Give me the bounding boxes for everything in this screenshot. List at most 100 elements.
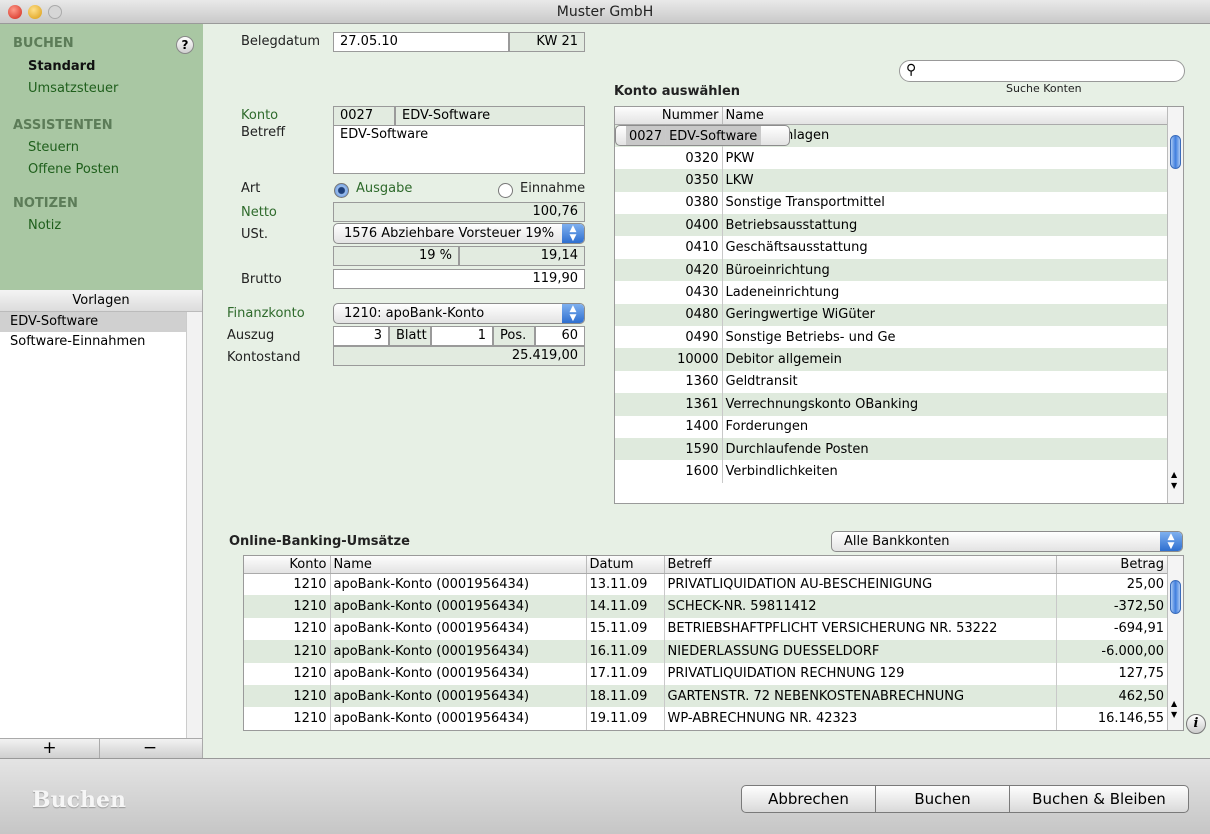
vorlagen-scrollbar[interactable] [186, 312, 202, 738]
search-icon: ⚲ [906, 62, 917, 78]
ausgabe-radio[interactable] [334, 183, 349, 198]
betrag-cell: 25,00 [1056, 573, 1168, 596]
kontostand-label: Kontostand [227, 350, 301, 365]
column-header-name[interactable]: Name [722, 107, 1168, 125]
konto-row[interactable]: 0480 Geringwertige WiGüter [615, 303, 1168, 327]
konto-name-cell: Geldtransit [722, 370, 1168, 394]
main-panel: Belegdatum 27.05.10 KW 21 Konto 0027 EDV… [203, 24, 1210, 758]
datum-cell: 19.11.09 [586, 707, 665, 730]
column-header-nummer[interactable]: Nummer [615, 107, 723, 125]
konto-row[interactable]: 1361 Verrechnungskonto OBanking [615, 393, 1168, 416]
scroll-arrows-icon[interactable]: ▲ ▼ [1171, 698, 1177, 720]
konto-cell: 1210 [244, 662, 331, 685]
column-header-name[interactable]: Name [330, 556, 587, 574]
konto-row[interactable]: 0320 PKW [615, 146, 1168, 170]
ust-label: USt. [241, 227, 268, 242]
betrag-cell: 16.146,55 [1056, 707, 1168, 730]
konto-scrollbar[interactable]: ▲ ▼ [1167, 107, 1183, 503]
sidebar-item-umsatzsteuer[interactable]: Umsatzsteuer [28, 81, 118, 96]
ust-rate-field: 19 % [333, 246, 459, 266]
sidebar-header-assistenten: ASSISTENTEN [13, 118, 113, 133]
online-banking-row[interactable]: 1210 apoBank-Konto (0001956434) 16.11.09 NI… [244, 640, 1168, 663]
konto-row[interactable]: 1360 Geldtransit [615, 370, 1168, 394]
kw-field: KW 21 [509, 32, 585, 52]
konto-row[interactable]: 0430 Ladeneinrichtung [615, 281, 1168, 304]
konto-row[interactable]: 0410 Geschäftsausstattung [615, 236, 1168, 259]
remove-vorlage-button[interactable]: − [100, 739, 200, 758]
betreff-cell: BETRIEBSHAFTPFLICHT VERSICHERUNG NR. 532… [664, 617, 1057, 641]
belegdatum-field[interactable]: 27.05.10 [333, 32, 509, 52]
online-banking-row[interactable]: 1210 apoBank-Konto (0001956434) 15.11.09 BE… [244, 617, 1168, 641]
konto-nummer-cell: 0380 [615, 191, 723, 215]
auszug-field[interactable]: 3 [333, 326, 389, 346]
konto-row[interactable]: 1400 Forderungen [615, 415, 1168, 438]
online-banking-row[interactable]: 1210 apoBank-Konto (0001956434) 18.11.09 GA… [244, 684, 1168, 708]
konto-row[interactable]: 10000 Debitor allgemein [615, 348, 1168, 371]
vorlagen-item[interactable]: EDV-Software [0, 312, 202, 332]
bankkonten-filter-value: Alle Bankkonten [844, 534, 950, 549]
konto-row[interactable]: 0027 EDV-Software [615, 124, 791, 146]
belegdatum-label: Belegdatum [241, 34, 320, 49]
konto-number-field[interactable]: 0027 [333, 106, 395, 126]
sidebar-item-standard[interactable]: Standard [28, 59, 95, 74]
online-banking-row[interactable]: 1210 apoBank-Konto (0001956434) 19.11.09 WP… [244, 707, 1168, 730]
konto-nummer-cell: 0410 [615, 236, 723, 259]
konto-nummer-cell: 0350 [615, 169, 723, 192]
help-button[interactable]: ? [176, 36, 194, 54]
konto-row[interactable]: 1590 Durchlaufende Posten [615, 437, 1168, 461]
betreff-cell: NIEDERLASSUNG DUESSELDORF [664, 640, 1057, 663]
konto-row[interactable]: 1600 Verbindlichkeiten [615, 460, 1168, 483]
betrag-cell: -694,91 [1056, 617, 1168, 641]
pos-field[interactable]: 60 [535, 326, 585, 346]
datum-cell: 14.11.09 [586, 595, 665, 618]
brutto-field[interactable]: 119,90 [333, 269, 585, 289]
online-banking-row[interactable]: 1210 apoBank-Konto (0001956434) 13.11.09 PR… [244, 573, 1168, 596]
sidebar-item-offene-posten[interactable]: Offene Posten [28, 162, 119, 177]
konto-nummer-cell: 10000 [615, 348, 723, 371]
betreff-field[interactable]: EDV-Software [333, 125, 585, 174]
blatt-field[interactable]: 1 [431, 326, 493, 346]
abbrechen-button[interactable]: Abbrechen [741, 785, 876, 813]
konto-cell: 1210 [244, 617, 331, 641]
konto-row[interactable]: 0380 Sonstige Transportmittel [615, 191, 1168, 215]
einnahme-radio[interactable] [498, 183, 513, 198]
scroll-arrows-icon[interactable]: ▲ ▼ [1171, 469, 1177, 491]
betreff-cell: GARTENSTR. 72 NEBENKOSTENABRECHNUNG [664, 684, 1057, 708]
online-banking-row[interactable]: 1210 apoBank-Konto (0001956434) 14.11.09 SC… [244, 595, 1168, 618]
konto-cell: 1210 [244, 684, 331, 708]
column-header-datum[interactable]: Datum [586, 556, 665, 574]
online-scroll-thumb[interactable] [1170, 580, 1181, 614]
bottom-bar: Buchen Abbrechen Buchen Buchen & Bleiben [0, 758, 1210, 834]
add-vorlage-button[interactable]: + [0, 739, 100, 758]
konto-row[interactable]: 0350 LKW [615, 169, 1168, 192]
konto-scroll-thumb[interactable] [1170, 135, 1181, 169]
konto-name-cell: EDV-Software [665, 125, 762, 145]
ust-select[interactable]: 1576 Abziehbare Vorsteuer 19% ▲ ▼ [333, 223, 585, 244]
column-header-betrag[interactable]: Betrag [1056, 556, 1168, 574]
konto-row[interactable]: 0420 Büroeinrichtung [615, 258, 1168, 282]
konto-nummer-cell: 0320 [615, 146, 723, 170]
sidebar-item-notiz[interactable]: Notiz [28, 218, 61, 233]
online-banking-row[interactable]: 1210 apoBank-Konto (0001956434) 17.11.09 PR… [244, 662, 1168, 685]
column-header-konto[interactable]: Konto [244, 556, 331, 574]
finanzkonto-select[interactable]: 1210: apoBank-Konto ▲ ▼ [333, 303, 585, 324]
bankkonten-filter-select[interactable]: Alle Bankkonten ▲ ▼ [831, 531, 1183, 552]
online-banking-title: Online-Banking-Umsätze [229, 534, 410, 549]
konto-row[interactable]: 0400 Betriebsausstattung [615, 214, 1168, 237]
sidebar-item-steuern[interactable]: Steuern [28, 140, 79, 155]
select-arrows-icon: ▲ ▼ [562, 224, 584, 243]
konto-cell: 1210 [244, 573, 331, 596]
buchen-button[interactable]: Buchen [875, 785, 1010, 813]
konto-name-cell: Geringwertige WiGüter [722, 303, 1168, 327]
netto-field[interactable]: 100,76 [333, 202, 585, 222]
info-icon[interactable]: i [1186, 714, 1206, 734]
buchen-bleiben-button[interactable]: Buchen & Bleiben [1009, 785, 1189, 813]
online-banking-scrollbar[interactable]: ▲ ▼ [1167, 556, 1183, 730]
konto-name-cell: Ladeneinrichtung [722, 281, 1168, 304]
search-konten-input[interactable]: ⚲ [899, 60, 1185, 82]
vorlagen-item[interactable]: Software-Einnahmen [0, 332, 202, 352]
konto-row[interactable]: 0490 Sonstige Betriebs- und Ge [615, 326, 1168, 349]
konto-name-cell: Sonstige Transportmittel [722, 191, 1168, 215]
column-header-betreff[interactable]: Betreff [664, 556, 1057, 574]
ust-amount-field: 19,14 [459, 246, 585, 266]
